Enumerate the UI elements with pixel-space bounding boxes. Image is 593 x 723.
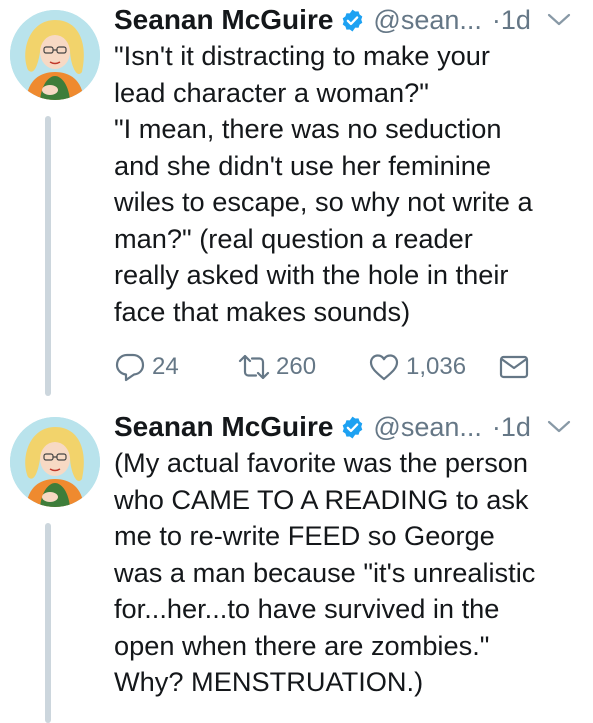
tweet-text-line: who CAME TO A READING to ask [114, 483, 529, 515]
timestamp[interactable]: 1d [501, 5, 531, 36]
like-button[interactable]: 1,036 [368, 350, 466, 384]
avatar[interactable] [10, 10, 100, 100]
timestamp[interactable]: 1d [501, 412, 531, 443]
avatar[interactable] [10, 417, 100, 507]
reply-button[interactable]: 24 [114, 350, 179, 384]
separator-dot: · [491, 4, 501, 35]
tweet-text-line: wiles to escape, so why not write a [114, 186, 533, 217]
tweet-text-line: face that makes sounds) [114, 295, 411, 327]
reply-count: 24 [152, 353, 179, 380]
tweet-text-line: (My actual favorite was the person [114, 447, 529, 478]
retweet-icon [238, 354, 270, 380]
tweet-text-line: "I mean, there was no seduction [114, 113, 502, 144]
tweet-header: Seanan McGuire @sean... · 1d [114, 0, 585, 40]
chevron-down-icon[interactable] [547, 13, 571, 27]
avatar-image [10, 417, 100, 507]
tweet-text-line: really asked with the hole in their [114, 259, 509, 290]
tweet-text-line: and she didn't use her feminine [114, 149, 492, 181]
author-handle[interactable]: @sean... [373, 412, 481, 443]
avatar-image [10, 10, 100, 100]
tweet-text-line: was a man because "it's unrealistic [114, 556, 536, 588]
retweet-button[interactable]: 260 [238, 350, 316, 384]
tweet-text: (My actual favorite was the person who C… [114, 445, 583, 701]
tweet-text: "Isn't it distracting to make your lead … [114, 38, 583, 330]
tweet-text-line: me to re-write FEED so George [114, 520, 495, 551]
direct-message-button[interactable] [498, 350, 530, 384]
tweet-text-line: man?" (real question a reader [114, 222, 473, 254]
verified-badge-icon [343, 416, 363, 438]
thread-line [45, 523, 51, 723]
retweet-count: 260 [276, 353, 317, 380]
heart-icon [369, 354, 399, 381]
tweet-1[interactable]: Seanan McGuire @sean... · 1d "Isn't it d… [0, 0, 593, 400]
envelope-icon [499, 355, 529, 379]
author-name[interactable]: Seanan McGuire [114, 411, 333, 443]
chevron-down-icon[interactable] [547, 420, 571, 434]
separator-dot: · [491, 411, 501, 442]
reply-icon [115, 353, 145, 382]
verified-badge-icon [343, 9, 363, 31]
author-name[interactable]: Seanan McGuire [114, 4, 333, 36]
thread-line [45, 116, 51, 396]
tweet-text-line: open when there are zombies." [114, 629, 490, 661]
tweet-text-line: for...her...to have survived in the [114, 593, 500, 624]
tweet-header: Seanan McGuire @sean... · 1d [114, 407, 585, 447]
tweet-text-line: Why? MENSTRUATION.) [114, 666, 424, 697]
tweet-text-line: lead character a woman?" [114, 76, 429, 108]
author-handle[interactable]: @sean... [373, 5, 481, 36]
tweet-2[interactable]: Seanan McGuire @sean... · 1d (My actual … [0, 407, 593, 723]
tweet-text-line: "Isn't it distracting to make your [114, 40, 490, 71]
like-count: 1,036 [406, 353, 467, 380]
